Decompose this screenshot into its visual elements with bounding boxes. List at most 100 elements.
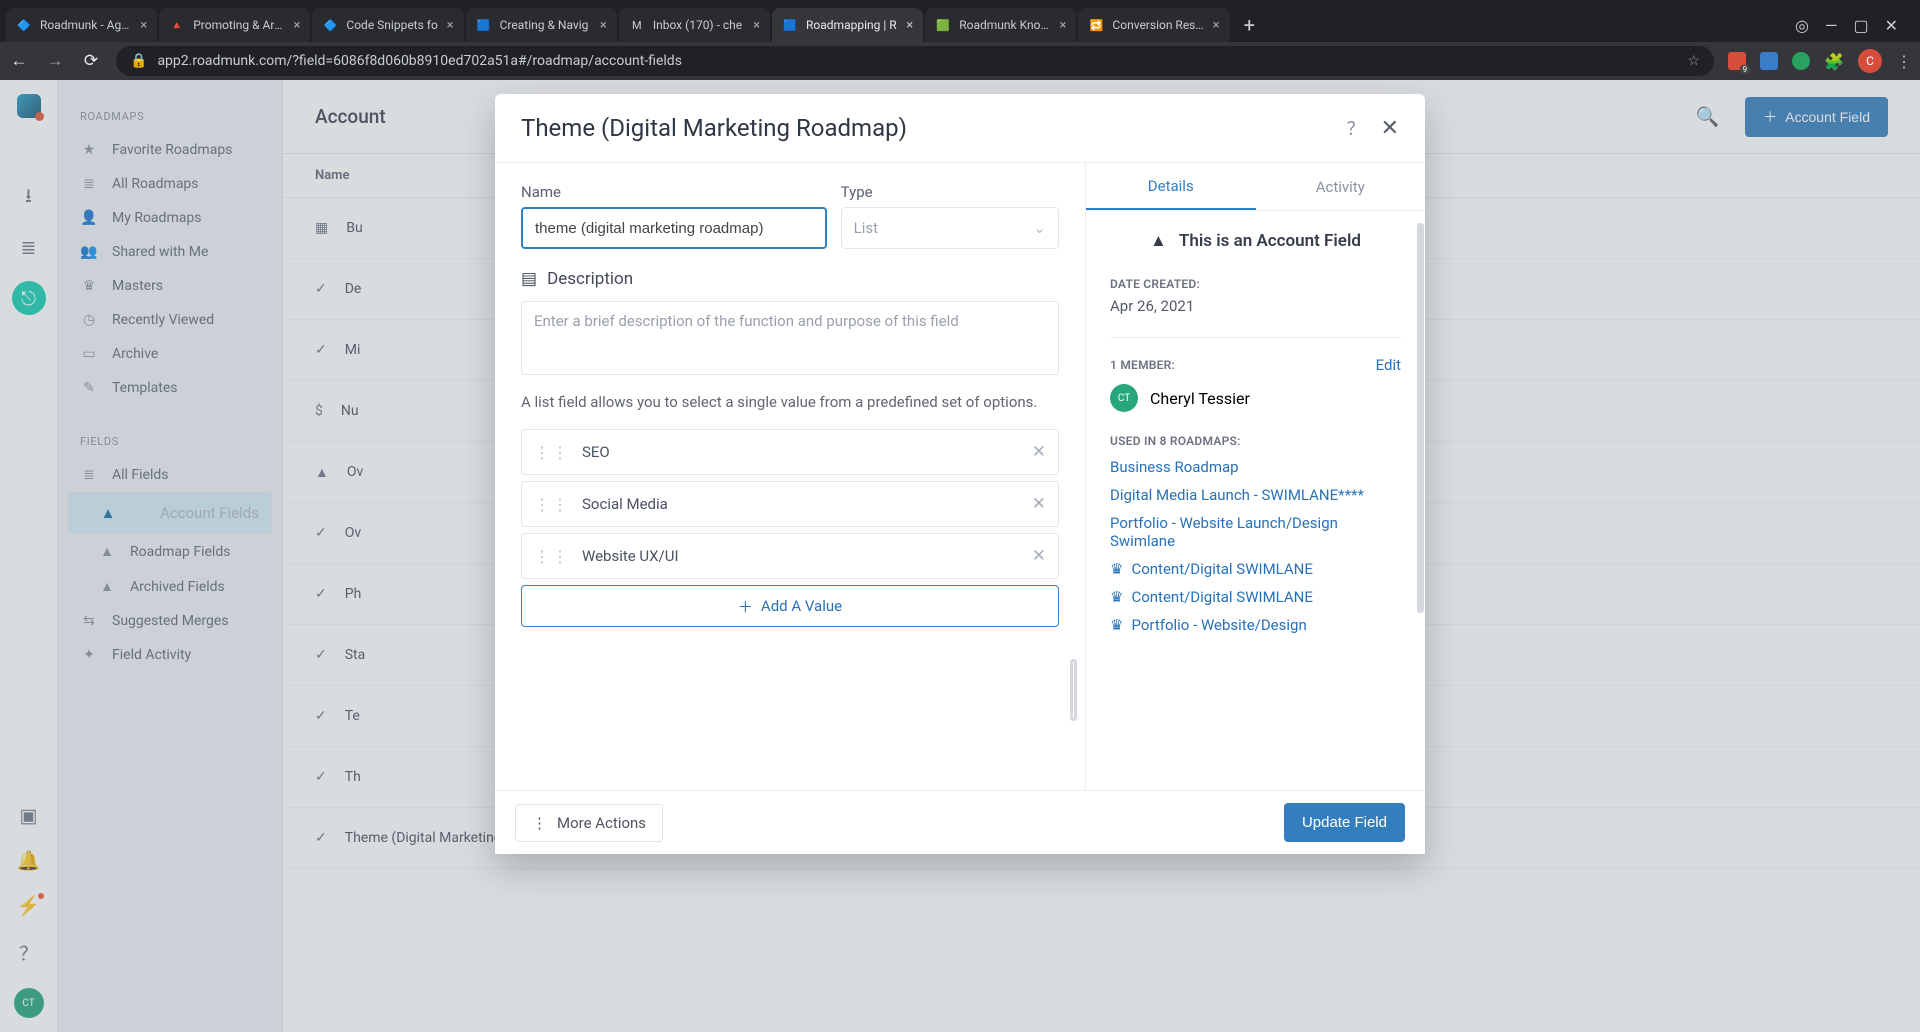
values-scrollbar[interactable] <box>1070 659 1077 721</box>
tab-title: Roadmapping | R <box>806 18 898 32</box>
remove-value-icon[interactable]: ✕ <box>1032 494 1046 514</box>
extension-3-icon[interactable] <box>1792 52 1810 70</box>
list-value-text: SEO <box>582 443 1020 461</box>
address-bar[interactable]: 🔒 app2.roadmunk.com/?field=6086f8d060b89… <box>116 46 1714 76</box>
type-label: Type <box>841 183 1059 201</box>
tab-favicon: 🟦 <box>476 17 492 33</box>
reload-button[interactable]: ⟳ <box>80 51 102 71</box>
modal-footer: ⋮ More Actions Update Field <box>495 790 1425 854</box>
tab-favicon: 🔷 <box>16 17 32 33</box>
modal-overlay: Theme (Digital Marketing Roadmap) ？ ✕ Na… <box>0 80 1920 1032</box>
drag-handle-icon[interactable]: ⋮⋮ <box>534 495 570 514</box>
modal-close-icon[interactable]: ✕ <box>1381 116 1399 141</box>
tab-close-icon[interactable]: × <box>906 18 913 33</box>
tab-title: Roadmunk - Agen <box>40 18 132 32</box>
cast-icon[interactable]: ◎ <box>1795 16 1809 35</box>
drag-handle-icon[interactable]: ⋮⋮ <box>534 547 570 566</box>
modal-tabs: Details Activity <box>1086 163 1425 211</box>
type-select[interactable]: List ⌄ <box>841 207 1059 249</box>
new-tab-button[interactable]: + <box>1232 9 1267 41</box>
roadmap-link[interactable]: ♛Content/Digital SWIMLANE <box>1110 588 1401 606</box>
date-created-label: DATE CREATED: <box>1110 277 1401 291</box>
list-value-row[interactable]: ⋮⋮Website UX/UI✕ <box>521 533 1059 579</box>
member-count-label: 1 MEMBER: <box>1110 358 1175 372</box>
browser-tab[interactable]: 🔁Conversion Result× <box>1078 8 1229 42</box>
description-input[interactable]: Enter a brief description of the functio… <box>521 301 1059 375</box>
browser-tab[interactable]: 🔷 Roadmunk - Agen × <box>6 8 157 42</box>
modal-title: Theme (Digital Marketing Roadmap) <box>521 114 907 142</box>
plus-icon: ＋ <box>738 596 753 617</box>
browser-tab-bar: 🔷 Roadmunk - Agen × 🔺 Promoting & Arch × 🔷 Code… <box>0 0 1920 42</box>
url-text: app2.roadmunk.com/?field=6086f8d060b8910… <box>157 53 682 69</box>
modal-header: Theme (Digital Marketing Roadmap) ？ ✕ <box>495 94 1425 162</box>
roadmap-link[interactable]: ♛Content/Digital SWIMLANE <box>1110 560 1401 578</box>
list-value-row[interactable]: ⋮⋮ SEO ✕ <box>521 429 1059 475</box>
minimize-icon[interactable]: — <box>1825 16 1838 35</box>
tab-title: Roadmunk Knowl <box>959 18 1051 32</box>
member-name: Cheryl Tessier <box>1150 389 1250 408</box>
tab-close-icon[interactable]: × <box>1059 18 1066 33</box>
name-input[interactable] <box>521 207 827 249</box>
edit-members-link[interactable]: Edit <box>1376 356 1401 374</box>
tab-close-icon[interactable]: × <box>1213 18 1220 33</box>
field-edit-modal: Theme (Digital Marketing Roadmap) ？ ✕ Na… <box>495 94 1425 854</box>
modal-right-pane: Details Activity ▲ This is an Account Fi… <box>1085 163 1425 790</box>
profile-avatar[interactable]: C <box>1858 49 1882 73</box>
bookmark-icon[interactable]: ☆ <box>1688 53 1701 69</box>
tab-favicon: 🔷 <box>322 17 338 33</box>
roadmap-link[interactable]: Portfolio - Website Launch/Design Swimla… <box>1110 514 1401 550</box>
extension-2-icon[interactable] <box>1760 52 1778 70</box>
browser-tab[interactable]: 🟦Roadmapping | R× <box>772 8 923 42</box>
browser-tab[interactable]: M Inbox (170) - che × <box>619 8 770 42</box>
extension-1-icon[interactable]: 9 <box>1728 52 1746 70</box>
browser-tab[interactable]: 🔺 Promoting & Arch × <box>159 8 310 42</box>
tab-title: Code Snippets fo <box>346 18 438 32</box>
update-field-button[interactable]: Update Field <box>1284 803 1405 842</box>
crown-icon: ♛ <box>1110 616 1123 634</box>
modal-left-pane: Name Type List ⌄ ▤ Descr <box>495 163 1085 790</box>
description-heading: ▤ Description <box>521 269 1059 289</box>
add-value-button[interactable]: ＋ Add A Value <box>521 585 1059 627</box>
address-bar-row: ← → ⟳ 🔒 app2.roadmunk.com/?field=6086f8d… <box>0 42 1920 80</box>
close-window-icon[interactable]: ✕ <box>1885 16 1898 35</box>
tab-close-icon[interactable]: × <box>140 18 147 33</box>
description-icon: ▤ <box>521 269 537 289</box>
crown-icon: ♛ <box>1110 560 1123 578</box>
roadmap-link[interactable]: Digital Media Launch - SWIMLANE**** <box>1110 486 1401 504</box>
tab-favicon: 🔺 <box>169 17 185 33</box>
remove-value-icon[interactable]: ✕ <box>1032 546 1046 566</box>
tab-favicon: M <box>629 17 645 33</box>
details-scrollbar[interactable] <box>1417 223 1424 613</box>
tab-activity[interactable]: Activity <box>1256 163 1426 210</box>
chevron-down-icon: ⌄ <box>1033 219 1046 237</box>
forward-button[interactable]: → <box>44 51 66 71</box>
roadmap-link[interactable]: ♛Portfolio - Website/Design <box>1110 616 1401 634</box>
account-field-banner: ▲ This is an Account Field <box>1110 231 1401 251</box>
lock-icon: 🔒 <box>130 53 147 69</box>
back-button[interactable]: ← <box>8 51 30 71</box>
tab-favicon: 🔁 <box>1088 17 1104 33</box>
date-created-value: Apr 26, 2021 <box>1110 297 1401 315</box>
tab-close-icon[interactable]: × <box>447 18 454 33</box>
tab-close-icon[interactable]: × <box>753 18 760 33</box>
browser-tab[interactable]: 🔷 Code Snippets fo × <box>312 8 463 42</box>
remove-value-icon[interactable]: ✕ <box>1032 442 1046 462</box>
maximize-icon[interactable]: ▢ <box>1853 16 1868 35</box>
tab-title: Promoting & Arch <box>193 18 285 32</box>
modal-help-icon[interactable]: ？ <box>1347 115 1365 141</box>
more-actions-button[interactable]: ⋮ More Actions <box>515 804 663 842</box>
tab-close-icon[interactable]: × <box>293 18 300 33</box>
browser-tab[interactable]: 🟦 Creating & Navig × <box>466 8 617 42</box>
tab-details[interactable]: Details <box>1086 163 1256 210</box>
list-value-row[interactable]: ⋮⋮Social Media✕ <box>521 481 1059 527</box>
tab-title: Creating & Navig <box>500 18 592 32</box>
name-label: Name <box>521 183 827 201</box>
browser-tab[interactable]: 🟩Roadmunk Knowl× <box>925 8 1076 42</box>
extensions-icon[interactable]: 🧩 <box>1824 52 1844 71</box>
tab-title: Inbox (170) - che <box>653 18 745 32</box>
roadmap-link[interactable]: Business Roadmap <box>1110 458 1401 476</box>
chrome-menu-icon[interactable]: ⋮ <box>1896 52 1912 71</box>
member-row: CT Cheryl Tessier <box>1110 384 1401 412</box>
tab-close-icon[interactable]: × <box>600 18 607 33</box>
drag-handle-icon[interactable]: ⋮⋮ <box>534 443 570 462</box>
